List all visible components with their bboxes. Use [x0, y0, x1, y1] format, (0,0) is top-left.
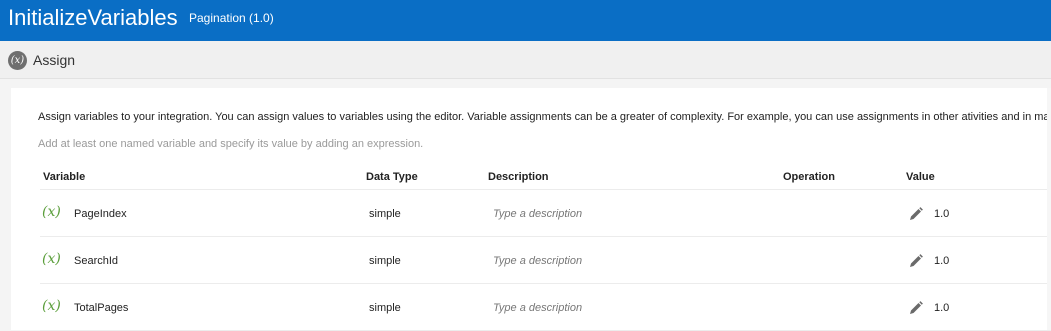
table-row: (x) PageIndex simple 1.0: [40, 190, 1051, 237]
integration-title: InitializeVariables: [8, 5, 178, 30]
column-header-data-type: Data Type: [366, 171, 418, 183]
assign-section-title: Assign: [33, 52, 76, 68]
assign-panel: Assign variables to your integration. Yo…: [11, 88, 1051, 331]
variable-data-type: simple: [369, 302, 401, 314]
pencil-icon[interactable]: [908, 253, 924, 269]
pencil-icon[interactable]: [908, 300, 924, 316]
variable-data-type: simple: [369, 255, 401, 267]
pencil-icon[interactable]: [908, 206, 924, 222]
variable-x-icon: (x): [42, 251, 61, 267]
variable-value: 1.0: [934, 208, 950, 220]
column-header-value: Value: [906, 171, 935, 183]
top-header-bar: InitializeVariables Pagination (1.0): [0, 0, 1051, 41]
description-input[interactable]: [493, 207, 713, 221]
variable-name: TotalPages: [74, 302, 129, 314]
intro-text: Assign variables to your integration. Yo…: [38, 111, 1051, 123]
variable-value: 1.0: [934, 255, 950, 267]
variable-name: SearchId: [74, 255, 119, 267]
table-row: (x) SearchId simple 1.0: [40, 237, 1051, 284]
assign-section-bar: (x) Assign: [0, 41, 1051, 79]
column-header-operation: Operation: [783, 171, 835, 183]
vertical-scrollbar[interactable]: [1047, 88, 1051, 330]
variable-x-icon: (x): [42, 298, 61, 314]
column-header-variable: Variable: [43, 171, 86, 183]
variable-x-icon: (x): [42, 204, 61, 220]
variable-name: PageIndex: [74, 208, 127, 220]
integration-subtitle: Pagination (1.0): [189, 11, 274, 25]
description-input[interactable]: [493, 301, 713, 315]
column-header-description: Description: [488, 171, 549, 183]
hint-text: Add at least one named variable and spec…: [38, 138, 424, 150]
description-input[interactable]: [493, 254, 713, 268]
variable-value: 1.0: [934, 302, 950, 314]
assign-variable-icon: (x): [8, 51, 27, 70]
table-row: (x) TotalPages simple 1.0: [40, 284, 1051, 331]
variable-data-type: simple: [369, 208, 401, 220]
